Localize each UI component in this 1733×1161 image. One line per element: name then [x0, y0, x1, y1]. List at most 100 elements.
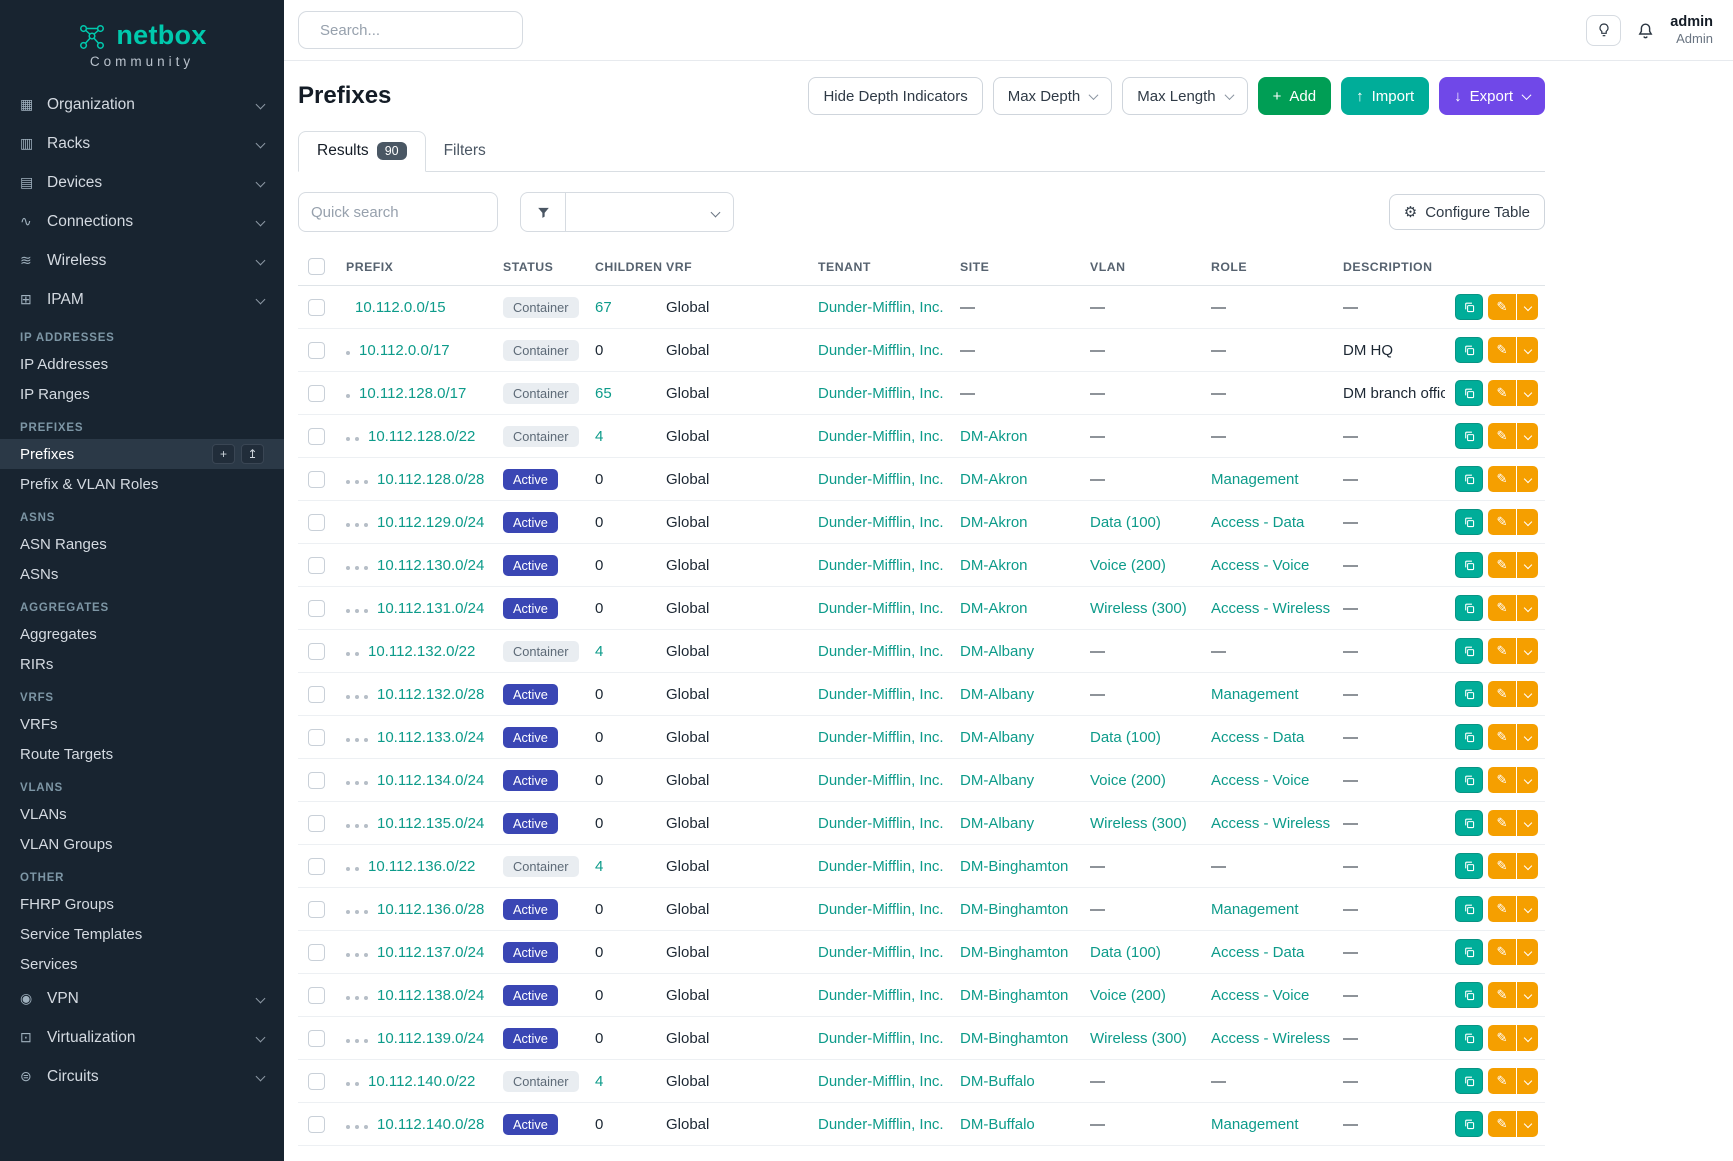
edit-button[interactable]: ✎: [1488, 1025, 1516, 1051]
row-dropdown-button[interactable]: [1517, 982, 1538, 1008]
children-count-link[interactable]: 4: [595, 1073, 603, 1090]
sidebar-item-vrfs[interactable]: VRFs: [0, 709, 284, 739]
row-dropdown-button[interactable]: [1517, 294, 1538, 320]
tenant-link[interactable]: Dunder-Mifflin, Inc.: [818, 858, 944, 875]
sidebar-item-vlans[interactable]: VLANs: [0, 799, 284, 829]
prefix-link[interactable]: 10.112.132.0/22: [368, 643, 475, 660]
tenant-link[interactable]: Dunder-Mifflin, Inc.: [818, 729, 944, 746]
clone-button[interactable]: [1455, 552, 1483, 578]
prefix-link[interactable]: 10.112.135.0/24: [377, 815, 484, 832]
add-prefix-button[interactable]: +: [212, 444, 235, 464]
clone-button[interactable]: [1455, 337, 1483, 363]
clone-button[interactable]: [1455, 810, 1483, 836]
row-checkbox[interactable]: [308, 729, 325, 746]
row-dropdown-button[interactable]: [1517, 724, 1538, 750]
row-checkbox[interactable]: [308, 686, 325, 703]
edit-button[interactable]: ✎: [1488, 337, 1516, 363]
sidebar-item-ip-addresses[interactable]: IP Addresses: [0, 349, 284, 379]
row-dropdown-button[interactable]: [1517, 380, 1538, 406]
children-count-link[interactable]: 4: [595, 858, 603, 875]
site-link[interactable]: DM-Binghamton: [960, 1030, 1068, 1047]
sidebar-item-organization[interactable]: ▦Organization: [0, 85, 284, 124]
row-checkbox[interactable]: [308, 514, 325, 531]
clone-button[interactable]: [1455, 294, 1483, 320]
row-checkbox[interactable]: [308, 471, 325, 488]
vlan-link[interactable]: Data (100): [1090, 729, 1161, 746]
edit-button[interactable]: ✎: [1488, 853, 1516, 879]
clone-button[interactable]: [1455, 1025, 1483, 1051]
column-header-description[interactable]: DESCRIPTION: [1333, 248, 1445, 286]
edit-button[interactable]: ✎: [1488, 724, 1516, 750]
prefix-link[interactable]: 10.112.128.0/28: [377, 471, 484, 488]
row-dropdown-button[interactable]: [1517, 1068, 1538, 1094]
role-link[interactable]: Management: [1211, 1116, 1299, 1133]
role-link[interactable]: Access - Wireless: [1211, 815, 1330, 832]
quick-search-input[interactable]: [298, 192, 498, 232]
saved-filter-select[interactable]: [566, 192, 734, 232]
prefix-link[interactable]: 10.112.133.0/24: [377, 729, 484, 746]
global-search-input[interactable]: [320, 22, 519, 39]
row-dropdown-button[interactable]: [1517, 1111, 1538, 1137]
role-link[interactable]: Management: [1211, 901, 1299, 918]
clone-button[interactable]: [1455, 1068, 1483, 1094]
prefix-link[interactable]: 10.112.0.0/15: [355, 299, 446, 316]
site-link[interactable]: DM-Albany: [960, 772, 1034, 789]
vlan-link[interactable]: Data (100): [1090, 514, 1161, 531]
role-link[interactable]: Access - Wireless: [1211, 600, 1330, 617]
sidebar-item-ip-ranges[interactable]: IP Ranges: [0, 379, 284, 409]
edit-button[interactable]: ✎: [1488, 638, 1516, 664]
global-search[interactable]: [298, 11, 523, 49]
prefix-link[interactable]: 10.112.137.0/24: [377, 944, 484, 961]
tenant-link[interactable]: Dunder-Mifflin, Inc.: [818, 600, 944, 617]
sidebar-item-virtualization[interactable]: ⊡Virtualization: [0, 1018, 284, 1057]
tenant-link[interactable]: Dunder-Mifflin, Inc.: [818, 686, 944, 703]
tab-filters[interactable]: Filters: [426, 132, 504, 171]
sidebar-item-fhrp-groups[interactable]: FHRP Groups: [0, 889, 284, 919]
row-checkbox[interactable]: [308, 557, 325, 574]
tenant-link[interactable]: Dunder-Mifflin, Inc.: [818, 385, 944, 402]
prefix-link[interactable]: 10.112.140.0/22: [368, 1073, 475, 1090]
tenant-link[interactable]: Dunder-Mifflin, Inc.: [818, 815, 944, 832]
clone-button[interactable]: [1455, 380, 1483, 406]
tenant-link[interactable]: Dunder-Mifflin, Inc.: [818, 1073, 944, 1090]
tenant-link[interactable]: Dunder-Mifflin, Inc.: [818, 557, 944, 574]
import-prefix-button[interactable]: ↥: [241, 444, 264, 464]
vlan-link[interactable]: Voice (200): [1090, 772, 1166, 789]
filter-button[interactable]: [520, 192, 566, 232]
row-dropdown-button[interactable]: [1517, 896, 1538, 922]
configure-table-button[interactable]: ⚙ Configure Table: [1389, 194, 1545, 230]
row-checkbox[interactable]: [308, 815, 325, 832]
vlan-link[interactable]: Voice (200): [1090, 987, 1166, 1004]
vlan-link[interactable]: Wireless (300): [1090, 600, 1187, 617]
sidebar-item-route-targets[interactable]: Route Targets: [0, 739, 284, 769]
children-count-link[interactable]: 4: [595, 643, 603, 660]
site-link[interactable]: DM-Albany: [960, 686, 1034, 703]
sidebar-item-prefixes[interactable]: Prefixes+↥: [0, 439, 284, 469]
row-checkbox[interactable]: [308, 1030, 325, 1047]
vlan-link[interactable]: Data (100): [1090, 944, 1161, 961]
notifications-button[interactable]: [1636, 21, 1655, 40]
site-link[interactable]: DM-Binghamton: [960, 901, 1068, 918]
role-link[interactable]: Access - Voice: [1211, 772, 1309, 789]
role-link[interactable]: Access - Voice: [1211, 557, 1309, 574]
add-button[interactable]: +Add: [1258, 77, 1331, 115]
site-link[interactable]: DM-Akron: [960, 600, 1028, 617]
row-dropdown-button[interactable]: [1517, 466, 1538, 492]
prefix-link[interactable]: 10.112.136.0/28: [377, 901, 484, 918]
site-link[interactable]: DM-Buffalo: [960, 1073, 1035, 1090]
tenant-link[interactable]: Dunder-Mifflin, Inc.: [818, 1030, 944, 1047]
prefix-link[interactable]: 10.112.136.0/22: [368, 858, 475, 875]
clone-button[interactable]: [1455, 939, 1483, 965]
row-dropdown-button[interactable]: [1517, 939, 1538, 965]
row-checkbox[interactable]: [308, 428, 325, 445]
tenant-link[interactable]: Dunder-Mifflin, Inc.: [818, 772, 944, 789]
tenant-link[interactable]: Dunder-Mifflin, Inc.: [818, 299, 944, 316]
tenant-link[interactable]: Dunder-Mifflin, Inc.: [818, 643, 944, 660]
prefix-link[interactable]: 10.112.138.0/24: [377, 987, 484, 1004]
tenant-link[interactable]: Dunder-Mifflin, Inc.: [818, 987, 944, 1004]
tenant-link[interactable]: Dunder-Mifflin, Inc.: [818, 428, 944, 445]
row-checkbox[interactable]: [308, 772, 325, 789]
export-button[interactable]: ↓Export: [1439, 77, 1545, 115]
edit-button[interactable]: ✎: [1488, 1111, 1516, 1137]
edit-button[interactable]: ✎: [1488, 552, 1516, 578]
